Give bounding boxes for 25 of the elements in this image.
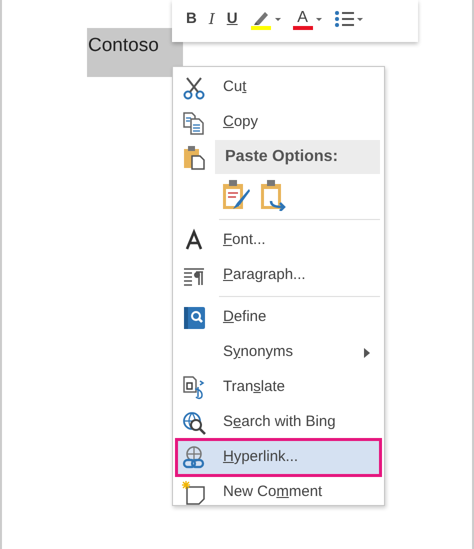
scissors-icon <box>181 74 207 100</box>
menu-item[interactable]: Paragraph... <box>177 258 380 293</box>
bullet-list-icon <box>334 10 354 28</box>
menu-section-header: Paste Options: <box>215 140 380 174</box>
globe-search-icon <box>181 410 207 436</box>
font-color-button[interactable]: A <box>288 6 326 32</box>
menu-item[interactable]: Font... <box>177 223 380 258</box>
bold-button[interactable]: B <box>182 6 201 32</box>
link-icon <box>181 444 207 470</box>
menu-item[interactable]: Copy <box>177 105 380 140</box>
copy-icon <box>181 110 207 136</box>
selected-text: Contoso <box>87 28 183 77</box>
menu-item[interactable]: Synonyms <box>177 335 380 370</box>
menu-item[interactable]: Define <box>177 300 380 335</box>
book-icon <box>181 304 207 330</box>
menu-item[interactable]: Hyperlink... <box>177 440 380 475</box>
italic-button[interactable]: I <box>204 6 219 32</box>
clipboard-icon <box>181 144 207 170</box>
keep-formatting-button[interactable] <box>221 179 251 211</box>
menu-item[interactable]: Search with Bing <box>177 405 380 440</box>
menu-item[interactable]: Translate <box>177 370 380 405</box>
paste-brush-icon <box>221 179 251 211</box>
menu-item[interactable]: New Comment <box>177 475 380 510</box>
translate-icon <box>181 374 207 400</box>
underline-button[interactable]: U <box>222 6 242 32</box>
